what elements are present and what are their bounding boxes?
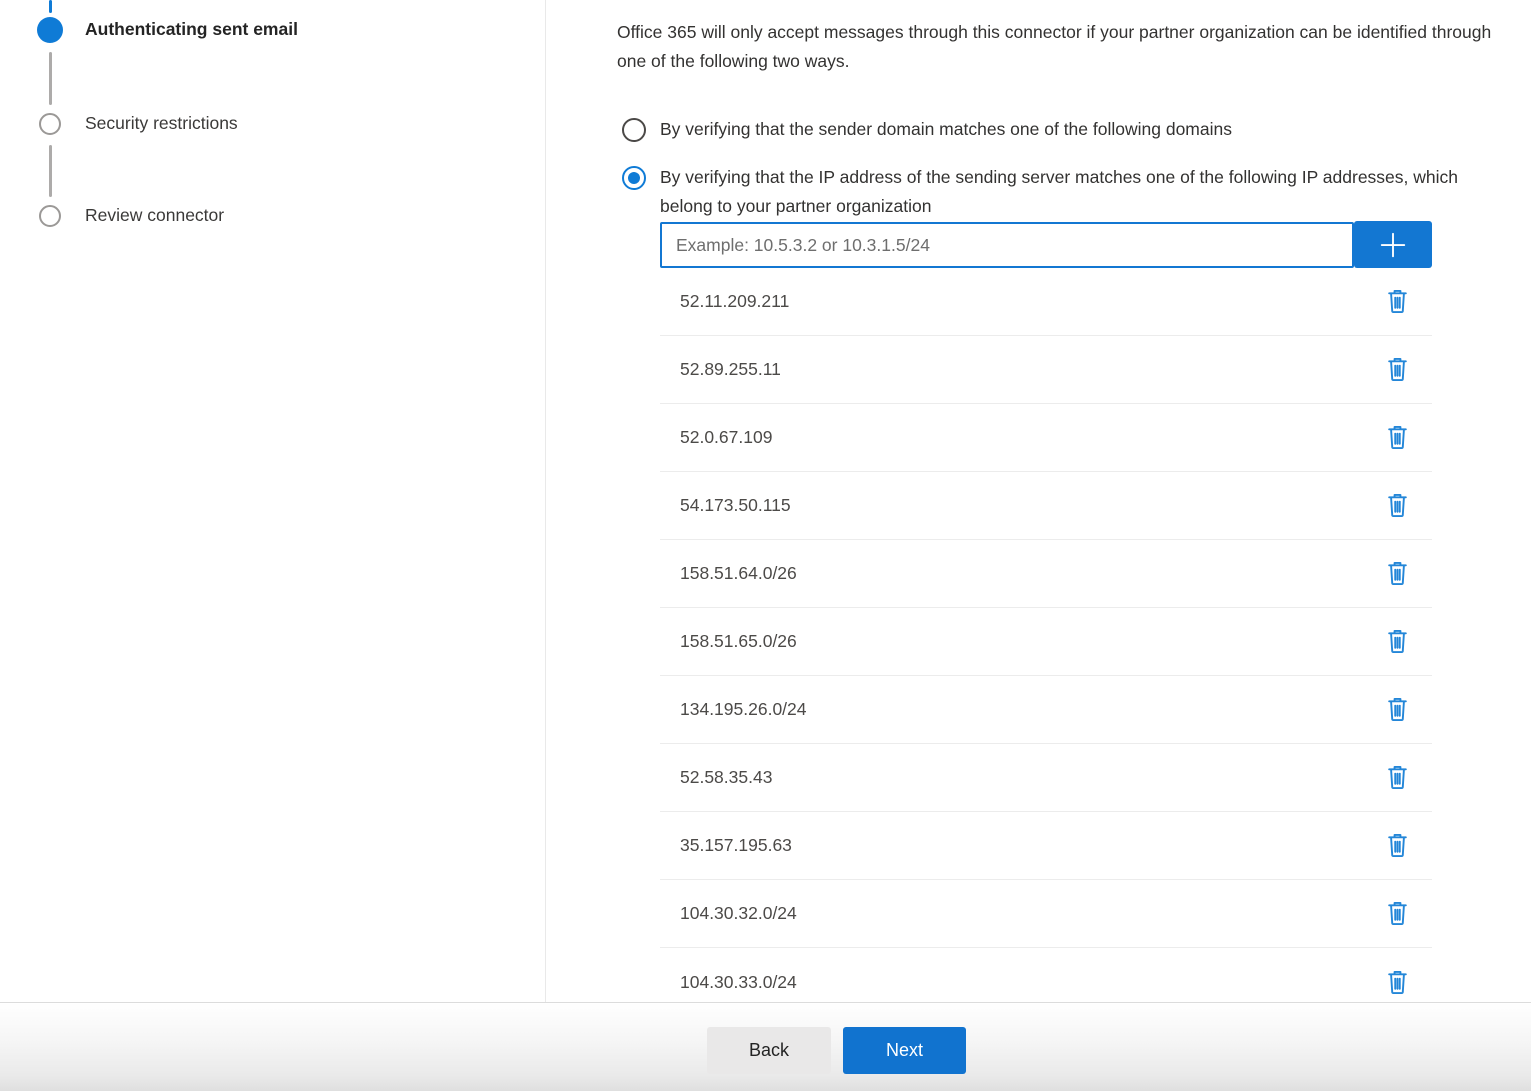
radio-dot	[628, 172, 640, 184]
ip-address-row: 52.11.209.211	[660, 268, 1432, 336]
delete-ip-button[interactable]	[1382, 763, 1412, 793]
ip-address-text: 104.30.32.0/24	[680, 903, 797, 924]
connector-wizard-screen: Authenticating sent email Security restr…	[0, 0, 1531, 1091]
stepper-connector-line-completed	[49, 0, 52, 13]
ip-address-row: 158.51.64.0/26	[660, 540, 1432, 608]
step-upcoming-dot	[39, 113, 61, 135]
trash-icon	[1384, 696, 1411, 723]
option-ip-address-label[interactable]: By verifying that the IP address of the …	[660, 163, 1482, 220]
wizard-step-content: Office 365 will only accept messages thr…	[546, 0, 1531, 1002]
delete-ip-button[interactable]	[1382, 627, 1412, 657]
step-description: Office 365 will only accept messages thr…	[617, 18, 1525, 75]
ip-address-input[interactable]	[660, 222, 1354, 268]
trash-icon	[1384, 288, 1411, 315]
wizard-footer: Back Next	[0, 1002, 1531, 1091]
ip-address-list: 52.11.209.211 52.89.255.11	[660, 268, 1432, 1002]
ip-address-row: 52.0.67.109	[660, 404, 1432, 472]
add-ip-button[interactable]	[1354, 221, 1432, 268]
back-button[interactable]: Back	[707, 1027, 831, 1074]
ip-address-row: 54.173.50.115	[660, 472, 1432, 540]
trash-icon	[1384, 764, 1411, 791]
ip-address-text: 134.195.26.0/24	[680, 699, 807, 720]
ip-address-text: 52.0.67.109	[680, 427, 772, 448]
delete-ip-button[interactable]	[1382, 831, 1412, 861]
trash-icon	[1384, 424, 1411, 451]
trash-icon	[1384, 900, 1411, 927]
trash-icon	[1384, 356, 1411, 383]
ip-address-text: 158.51.65.0/26	[680, 631, 797, 652]
option-sender-domain[interactable]: By verifying that the sender domain matc…	[622, 118, 1482, 144]
option-sender-domain-label[interactable]: By verifying that the sender domain matc…	[660, 115, 1482, 144]
stepper-step-security-restrictions: Security restrictions	[85, 113, 238, 134]
wizard-stepper-sidebar: Authenticating sent email Security restr…	[0, 0, 546, 1002]
stepper-step-authenticating-sent-email: Authenticating sent email	[85, 19, 298, 40]
delete-ip-button[interactable]	[1382, 287, 1412, 317]
delete-ip-button[interactable]	[1382, 559, 1412, 589]
ip-address-row: 52.58.35.43	[660, 744, 1432, 812]
option-ip-address[interactable]: By verifying that the IP address of the …	[622, 166, 1482, 220]
delete-ip-button[interactable]	[1382, 695, 1412, 725]
plus-icon	[1378, 230, 1408, 260]
ip-address-text: 54.173.50.115	[680, 495, 791, 516]
ip-address-text: 52.89.255.11	[680, 359, 781, 380]
ip-address-row: 134.195.26.0/24	[660, 676, 1432, 744]
ip-address-row: 104.30.33.0/24	[660, 948, 1432, 1002]
ip-address-text: 158.51.64.0/26	[680, 563, 797, 584]
ip-address-row: 104.30.32.0/24	[660, 880, 1432, 948]
radio-button[interactable]	[622, 166, 646, 190]
trash-icon	[1384, 560, 1411, 587]
ip-address-text: 35.157.195.63	[680, 835, 792, 856]
next-button[interactable]: Next	[843, 1027, 966, 1074]
delete-ip-button[interactable]	[1382, 899, 1412, 929]
trash-icon	[1384, 832, 1411, 859]
delete-ip-button[interactable]	[1382, 355, 1412, 385]
trash-icon	[1384, 492, 1411, 519]
stepper-connector-line	[49, 145, 52, 197]
delete-ip-button[interactable]	[1382, 491, 1412, 521]
stepper-connector-line	[49, 52, 52, 105]
ip-address-row: 35.157.195.63	[660, 812, 1432, 880]
trash-icon	[1384, 628, 1411, 655]
ip-address-text: 52.58.35.43	[680, 767, 772, 788]
radio-button[interactable]	[622, 118, 646, 142]
step-upcoming-dot	[39, 205, 61, 227]
ip-address-text: 104.30.33.0/24	[680, 972, 797, 993]
ip-address-text: 52.11.209.211	[680, 291, 789, 312]
delete-ip-button[interactable]	[1382, 967, 1412, 997]
delete-ip-button[interactable]	[1382, 423, 1412, 453]
ip-address-row: 158.51.65.0/26	[660, 608, 1432, 676]
ip-address-row: 52.89.255.11	[660, 336, 1432, 404]
step-current-dot	[37, 17, 63, 43]
trash-icon	[1384, 969, 1411, 996]
stepper-step-review-connector: Review connector	[85, 205, 224, 226]
